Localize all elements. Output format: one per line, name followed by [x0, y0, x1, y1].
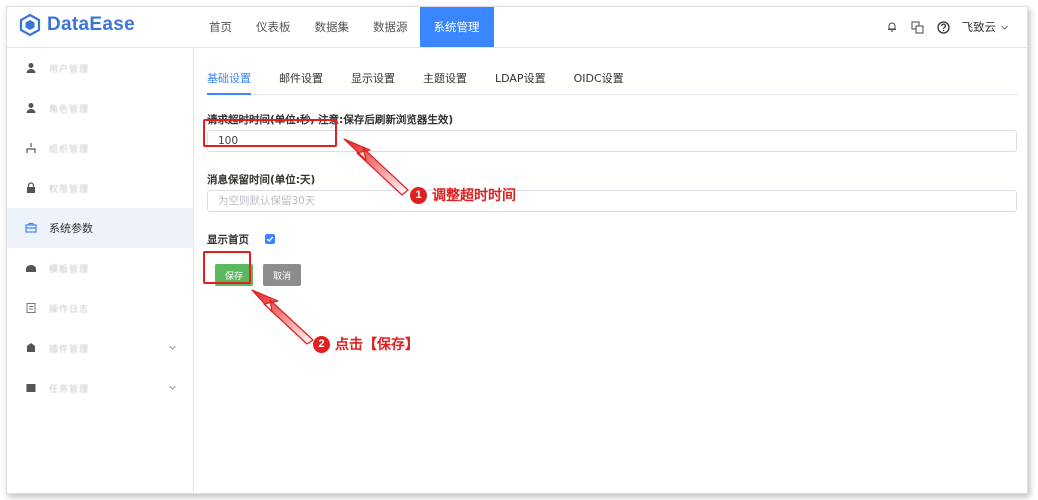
sidebar-item-label: 权限管理: [49, 184, 90, 195]
sidebar-item-organization[interactable]: 组织管理: [7, 128, 193, 168]
sidebar-item-tasks[interactable]: 任务管理: [7, 368, 193, 408]
step-number-badge: 2: [313, 335, 330, 353]
task-icon: [26, 384, 36, 392]
log-icon: [26, 303, 36, 313]
tab-email-settings[interactable]: 邮件设置: [279, 70, 323, 94]
template-icon: [26, 265, 36, 272]
sidebar-item-label: 操作日志: [49, 304, 90, 315]
settings-box-icon: [25, 222, 37, 233]
sidebar-item-plugins[interactable]: 插件管理: [7, 328, 193, 368]
sidebar-item-label: 模板管理: [49, 264, 90, 275]
tab-display-settings[interactable]: 显示设置: [351, 70, 395, 94]
callout-step-2: 2 点击【保存】: [313, 334, 419, 354]
nav-system-management[interactable]: 系统管理: [419, 7, 494, 47]
cancel-button[interactable]: 取消: [263, 264, 301, 286]
chevron-down-icon[interactable]: [168, 343, 177, 352]
notification-icon[interactable]: [884, 19, 900, 35]
chevron-down-icon[interactable]: [168, 383, 177, 392]
tab-ldap-settings[interactable]: LDAP设置: [495, 70, 546, 94]
nav-datasource[interactable]: 数据源: [361, 7, 420, 47]
sidebar: 用户管理 角色管理 组织管理 权限管理 系统参数 模板管理 操作日志 插件管理: [7, 48, 194, 493]
sidebar-item-system-params[interactable]: 系统参数: [7, 208, 193, 248]
callout-text: 调整超时时间: [432, 188, 516, 204]
main-content: 基础设置 邮件设置 显示设置 主题设置 LDAP设置 OIDC设置 请求超时时间…: [207, 48, 1019, 493]
check-icon: [266, 236, 274, 242]
sidebar-item-label: 系统参数: [49, 222, 93, 235]
tab-theme-settings[interactable]: 主题设置: [423, 70, 467, 94]
settings-tabs: 基础设置 邮件设置 显示设置 主题设置 LDAP设置 OIDC设置: [207, 70, 1019, 95]
role-icon: [26, 103, 36, 113]
logo[interactable]: DataEase: [19, 14, 135, 36]
logo-icon: [19, 14, 41, 36]
sidebar-item-users[interactable]: 用户管理: [7, 48, 193, 88]
logo-text: DataEase: [47, 14, 135, 35]
step-number-badge: 1: [410, 186, 427, 204]
sidebar-item-label: 用户管理: [49, 64, 90, 75]
header-tools: 飞致云: [874, 7, 1010, 47]
sidebar-item-label: 组织管理: [49, 144, 90, 155]
help-icon[interactable]: [936, 19, 952, 35]
top-bar: DataEase 首页 仪表板 数据集 数据源 系统管理 飞致云: [7, 7, 1027, 48]
user-name[interactable]: 飞致云: [962, 19, 997, 35]
highlight-timeout-input: [203, 119, 337, 147]
sidebar-item-label: 角色管理: [49, 104, 90, 115]
highlight-save-button: [203, 251, 251, 284]
nav-home[interactable]: 首页: [197, 7, 244, 47]
language-icon[interactable]: [910, 19, 926, 35]
sidebar-item-label: 插件管理: [49, 344, 90, 355]
organization-icon: [26, 143, 36, 153]
sidebar-item-label: 任务管理: [49, 384, 90, 395]
top-nav: 首页 仪表板 数据集 数据源 系统管理: [197, 7, 494, 47]
plugin-icon: [27, 343, 35, 352]
user-icon: [26, 63, 36, 73]
tab-oidc-settings[interactable]: OIDC设置: [574, 70, 624, 94]
show-home-label: 显示首页: [207, 234, 249, 246]
retention-label: 消息保留时间(单位:天): [207, 174, 316, 186]
nav-dataset[interactable]: 数据集: [303, 7, 362, 47]
sidebar-item-roles[interactable]: 角色管理: [7, 88, 193, 128]
callout-step-1: 1 调整超时时间: [410, 185, 516, 205]
lock-icon: [27, 182, 35, 193]
sidebar-item-logs[interactable]: 操作日志: [7, 288, 193, 328]
show-home-checkbox[interactable]: [265, 234, 275, 244]
nav-dashboard[interactable]: 仪表板: [244, 7, 303, 47]
sidebar-item-permissions[interactable]: 权限管理: [7, 168, 193, 208]
tab-basic-settings[interactable]: 基础设置: [207, 70, 251, 95]
callout-text: 点击【保存】: [335, 337, 419, 353]
retention-input[interactable]: [207, 190, 1017, 212]
sidebar-item-templates[interactable]: 模板管理: [7, 248, 193, 288]
chevron-down-icon[interactable]: [1000, 23, 1009, 32]
app-window: DataEase 首页 仪表板 数据集 数据源 系统管理 飞致云 用户管理 角色…: [6, 6, 1028, 494]
